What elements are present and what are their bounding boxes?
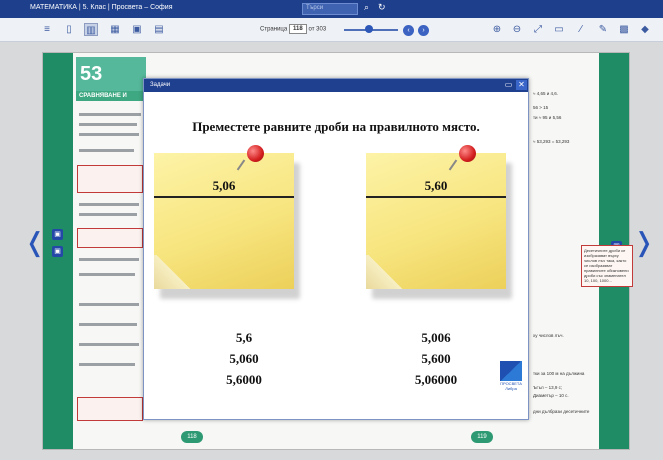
page-control: Страница 118 от 303 [260, 24, 326, 34]
note-curl [154, 255, 200, 289]
page-text [79, 203, 139, 206]
single-page-icon[interactable]: ▯ [62, 23, 76, 36]
page-text [79, 363, 135, 366]
drop-zone-note-1[interactable]: 5,06 [154, 145, 300, 299]
task-dialog: Задачи ▭ ✕ Преместете равните дроби на п… [143, 78, 529, 420]
drop-zone-note-2[interactable]: 5,60 [366, 145, 512, 299]
close-icon[interactable]: ✕ [516, 80, 527, 90]
logo-mark [500, 361, 522, 381]
search-icon[interactable]: ⌕ [364, 2, 369, 13]
right-page-text: Ъгъл – 13,9 с; [533, 385, 563, 390]
draggable-fraction[interactable]: 5,06000 [376, 369, 496, 390]
page-text [79, 123, 137, 126]
page-text [79, 303, 139, 306]
note-divider [154, 196, 294, 198]
double-page-icon[interactable]: ▥ [84, 23, 98, 36]
page-number-input[interactable]: 118 [288, 24, 307, 34]
save-icon[interactable]: ▩ [617, 23, 631, 36]
draggable-fraction[interactable]: 5,006 [376, 327, 496, 348]
left-resource-button-2[interactable]: ▣ [52, 246, 63, 257]
fit-icon[interactable]: ⤢ [531, 23, 545, 36]
right-page-text: Диаметър – 10 с. [533, 393, 569, 398]
definition-box [77, 165, 143, 193]
sticky-note: 5,06 [154, 153, 294, 289]
eraser-icon[interactable]: ◆ [638, 23, 652, 36]
right-page-text: ≈ 4,65 и 4,6. [533, 91, 558, 96]
zoom-in-icon[interactable]: ⊕ [490, 23, 504, 36]
right-note-box: Десетичните дроби се изобразяват върху ч… [581, 245, 633, 287]
right-page-text: дни дълбрази десетичните [533, 409, 590, 414]
publisher-logo: ПРОСВЕТА Либра [500, 361, 522, 391]
highlight-icon[interactable]: ▭ [552, 23, 566, 36]
note-divider [366, 196, 506, 198]
pen-icon[interactable]: ∕ [574, 23, 588, 36]
page-text [79, 273, 135, 276]
page-text [79, 213, 137, 216]
task-instruction: Преместете равните дроби на правилното м… [192, 119, 480, 134]
sticky-note: 5,60 [366, 153, 506, 289]
page-total: от 303 [308, 26, 327, 33]
refresh-icon[interactable]: ↻ [378, 2, 386, 13]
page-text [79, 258, 139, 261]
zoom-slider-handle[interactable] [365, 25, 373, 33]
definition-box [77, 228, 143, 248]
app-title: МАТЕМАТИКА | 5. Клас | Просвета – София [30, 4, 173, 11]
toolbar: ≡ ▯ ▥ ▦ ▣ ▤ Страница 118 от 303 ‹ › ⊕ ⊖ … [0, 18, 663, 42]
search-input[interactable]: Търси [302, 3, 358, 15]
dialog-header: Задачи ▭ ✕ [144, 79, 528, 92]
thumbnail-icon[interactable]: ▦ [108, 23, 122, 36]
page-text [79, 323, 137, 326]
arrow-left-icon[interactable]: ❬ [24, 228, 46, 258]
right-page-text: тки за 100 м на дължина [533, 371, 585, 376]
right-page-text: 56 > 15 [533, 105, 549, 110]
options-column-1: 5,6 5,060 5,6000 [184, 327, 304, 390]
note-curl [366, 255, 412, 289]
draggable-fraction[interactable]: 5,060 [184, 348, 304, 369]
logo-text: ПРОСВЕТА Либра [500, 381, 522, 391]
pushpin-icon [247, 145, 264, 162]
title-bar: МАТЕМАТИКА | 5. Клас | Просвета – София … [0, 0, 663, 18]
right-page-text: ти ≈ 95 и 5,56 [533, 115, 562, 120]
options-column-2: 5,006 5,600 5,06000 [376, 327, 496, 390]
right-page-text: ху числов лъч. [533, 333, 564, 338]
draggable-fraction[interactable]: 5,6000 [184, 369, 304, 390]
grid-icon[interactable]: ▤ [152, 23, 166, 36]
pencil-icon[interactable]: ✎ [596, 23, 610, 36]
prev-page-button[interactable]: ‹ [403, 25, 414, 36]
menu-icon[interactable]: ≡ [40, 23, 54, 36]
page-label: Страница [260, 26, 288, 33]
right-page-number: 119 [471, 431, 493, 443]
image-icon[interactable]: ▣ [130, 23, 144, 36]
right-page-text: ≈ 53,293 = 53,293 [533, 139, 570, 144]
draggable-fraction[interactable]: 5,600 [376, 348, 496, 369]
minimize-icon[interactable]: ▭ [503, 80, 514, 90]
left-resource-button-1[interactable]: ▣ [52, 229, 63, 240]
zoom-out-icon[interactable]: ⊖ [510, 23, 524, 36]
page-text [79, 133, 139, 136]
lesson-number: 53 [76, 57, 146, 91]
page-text [79, 343, 139, 346]
note-value: 5,60 [424, 178, 448, 193]
note-value: 5,06 [212, 178, 236, 193]
definition-box [77, 397, 143, 421]
page-text [79, 113, 141, 116]
dialog-title: Задачи [150, 82, 171, 88]
left-page-number: 118 [181, 431, 203, 443]
draggable-fraction[interactable]: 5,6 [184, 327, 304, 348]
next-page-button[interactable]: › [418, 25, 429, 36]
page-text [79, 149, 134, 152]
pushpin-icon [459, 145, 476, 162]
arrow-right-icon[interactable]: ❭ [633, 228, 655, 258]
